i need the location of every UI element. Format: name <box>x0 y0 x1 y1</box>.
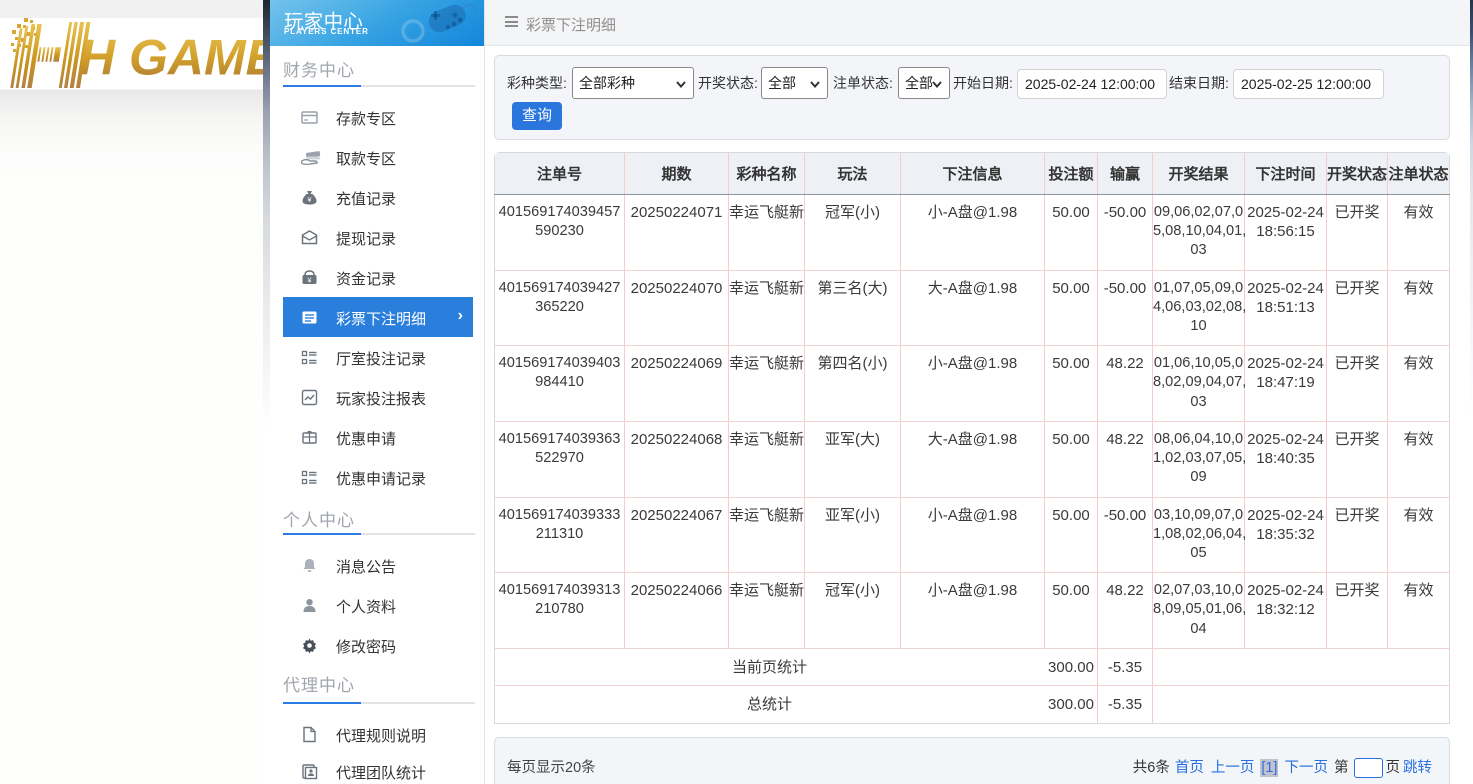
svg-text:H GAME: H GAME <box>79 30 268 86</box>
svg-text:¥: ¥ <box>308 197 312 204</box>
